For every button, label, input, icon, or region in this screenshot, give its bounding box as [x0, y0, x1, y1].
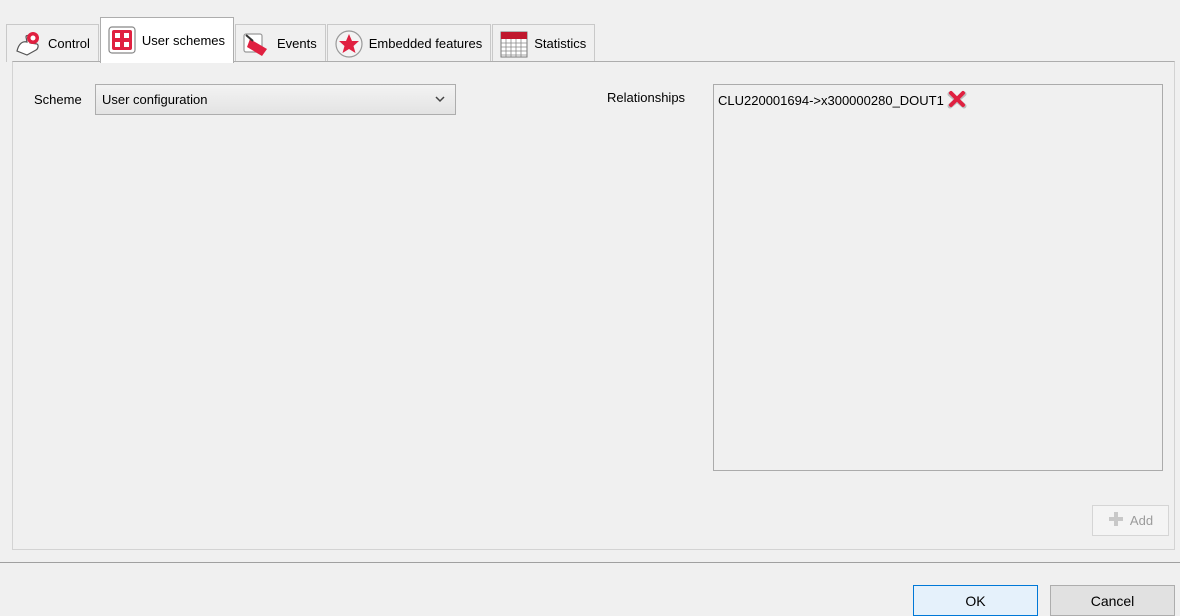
events-icon [242, 29, 272, 59]
hand-pointer-icon [13, 29, 43, 59]
tab-embedded-features[interactable]: Embedded features [326, 24, 492, 62]
tab-label: Control [48, 36, 90, 51]
scheme-select[interactable]: User configuration [95, 84, 456, 115]
delete-x-icon[interactable] [946, 89, 968, 111]
calendar-grid-icon [499, 29, 529, 59]
tab-statistics[interactable]: Statistics [492, 24, 596, 62]
tab-label: Embedded features [368, 36, 483, 51]
scheme-label: Scheme [34, 92, 82, 107]
tab-bar: Control User schemes Events Embedded fea… [6, 16, 596, 63]
scheme-selected-value: User configuration [102, 92, 208, 107]
add-button[interactable]: Add [1092, 505, 1169, 536]
tab-label: User schemes [141, 32, 225, 48]
tab-events[interactable]: Events [235, 24, 326, 62]
tab-user-schemes[interactable]: User schemes [99, 17, 234, 63]
user-schemes-icon [107, 25, 137, 55]
add-label: Add [1129, 513, 1154, 528]
relationships-label: Relationships [607, 90, 686, 105]
cancel-button[interactable]: Cancel [1050, 585, 1175, 616]
tab-control[interactable]: Control [6, 24, 99, 62]
tab-label: Statistics [534, 36, 587, 51]
chevron-down-icon [433, 92, 447, 106]
footer-separator [0, 562, 1180, 563]
tab-label: Events [277, 36, 317, 51]
plus-icon [1108, 511, 1124, 530]
star-badge-icon [334, 29, 364, 59]
relationship-text: CLU220001694->x300000280_DOUT1 [718, 92, 944, 108]
list-item[interactable]: CLU220001694->x300000280_DOUT1 [718, 89, 968, 111]
ok-button[interactable]: OK [913, 585, 1038, 616]
relationships-list[interactable]: CLU220001694->x300000280_DOUT1 [713, 84, 1163, 471]
